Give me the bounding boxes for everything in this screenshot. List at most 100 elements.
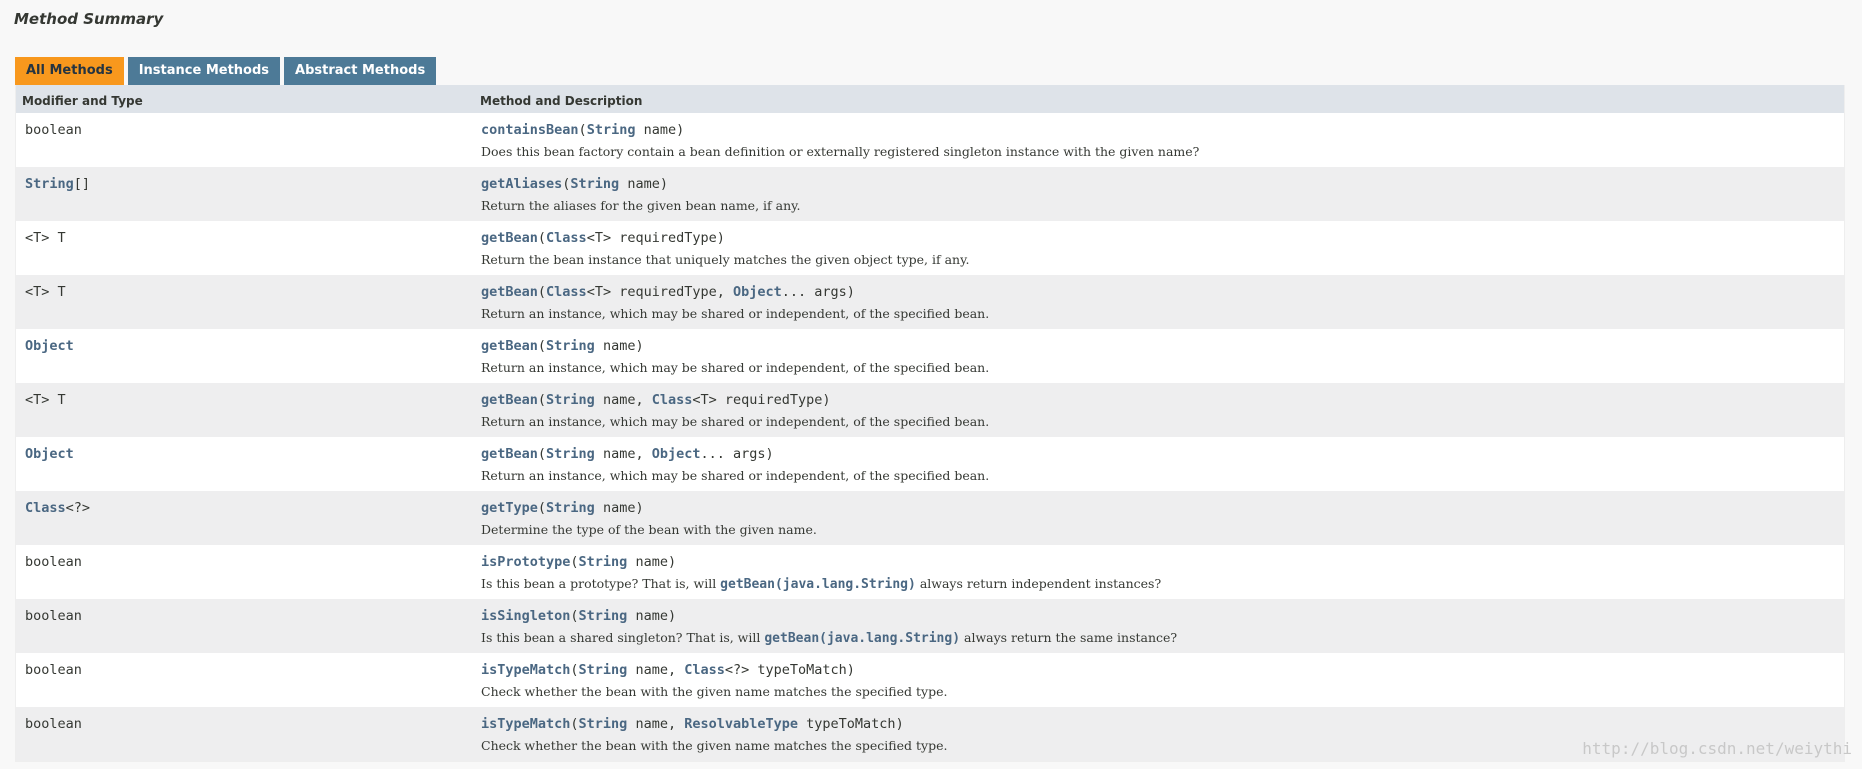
signature-text: ( [537, 392, 547, 408]
type-text: boolean [25, 122, 82, 138]
method-name-link[interactable]: isPrototype [481, 554, 570, 570]
method-description: Determine the type of the bean with the … [481, 522, 817, 537]
method-signature: getBean(Class<T> requiredType, Object...… [481, 284, 989, 300]
method-description-cell: isSingleton(String name) Is this bean a s… [472, 599, 1177, 653]
param-type-link[interactable]: Object [733, 284, 782, 300]
type-link[interactable]: Object [25, 446, 74, 462]
method-signature: getBean(String name, Object... args) [481, 446, 989, 462]
code-link[interactable]: getBean(java.lang.String) [720, 577, 916, 592]
signature-text: ... args) [700, 446, 774, 462]
code-link[interactable]: getBean(java.lang.String) [764, 631, 960, 646]
method-description: Return the bean instance that uniquely m… [481, 252, 969, 267]
tab-instance-methods[interactable]: Instance Methods [127, 57, 281, 85]
signature-text: name) [594, 338, 644, 354]
signature-text: ... args) [781, 284, 855, 300]
method-name-link[interactable]: getType [481, 500, 538, 516]
signature-text: ( [578, 122, 587, 138]
method-description: Return an instance, which may be shared … [481, 306, 989, 321]
description-text: Return an instance, which may be shared … [481, 414, 990, 429]
method-description: Return an instance, which may be shared … [481, 468, 989, 483]
signature-text: name, [594, 446, 652, 462]
param-type-link[interactable]: Class [684, 662, 725, 678]
description-text: Return an instance, which may be shared … [481, 306, 990, 321]
param-type-link[interactable]: String [570, 176, 619, 192]
param-type-link[interactable]: Class [546, 230, 587, 246]
method-name-link[interactable]: isTypeMatch [481, 716, 570, 732]
signature-text: ( [570, 554, 579, 570]
table-row: <T> T getBean(Class<T> requiredType) Retur… [16, 221, 1844, 275]
description-text: Return the bean instance that uniquely m… [481, 252, 970, 267]
param-type-link[interactable]: String [579, 608, 628, 624]
modifier-type-cell: <T> T [16, 221, 472, 275]
method-description-cell: getBean(String name) Return an instance, … [472, 329, 989, 383]
method-description: Does this bean factory contain a bean de… [481, 144, 1199, 159]
signature-text: name, [627, 716, 685, 732]
method-description: Check whether the bean with the given na… [481, 738, 947, 753]
method-name-link[interactable]: getAliases [481, 176, 562, 192]
modifier-type-cell: boolean [16, 653, 472, 707]
method-name-link[interactable]: getBean [481, 446, 538, 462]
type-link[interactable]: Object [25, 338, 74, 354]
table-row: Class<?> getType(String name) Determine th… [16, 491, 1844, 545]
section-title: Method Summary [14, 10, 164, 28]
description-text: always return the same instance? [960, 630, 1178, 645]
param-type-link[interactable]: String [579, 716, 628, 732]
type-text: <T> T [25, 284, 66, 300]
method-description-cell: getBean(String name, Object... args) Retu… [472, 437, 989, 491]
description-text: Return an instance, which may be shared … [481, 468, 990, 483]
type-text: boolean [25, 554, 82, 570]
method-name-link[interactable]: getBean [481, 284, 538, 300]
method-description-cell: getBean(Class<T> requiredType) Return the… [472, 221, 969, 275]
type-text: <T> T [25, 392, 66, 408]
method-description: Return an instance, which may be shared … [481, 360, 989, 375]
param-type-link[interactable]: Class [546, 284, 587, 300]
tab-all-methods[interactable]: All Methods [15, 57, 124, 85]
method-signature: isSingleton(String name) [481, 608, 1177, 624]
signature-text: typeToMatch) [798, 716, 904, 732]
param-type-link[interactable]: String [579, 662, 628, 678]
method-description-cell: isPrototype(String name) Is this bean a p… [472, 545, 1161, 599]
method-signature: isPrototype(String name) [481, 554, 1161, 570]
modifier-type-cell: Object [16, 329, 472, 383]
method-description: Return an instance, which may be shared … [481, 414, 989, 429]
modifier-type-cell: boolean [16, 707, 472, 761]
param-type-link[interactable]: Class [652, 392, 693, 408]
method-name-link[interactable]: isSingleton [481, 608, 570, 624]
method-name-link[interactable]: containsBean [481, 122, 579, 138]
param-type-link[interactable]: String [579, 554, 628, 570]
param-type-link[interactable]: ResolvableType [684, 716, 798, 732]
table-row: Object getBean(String name) Return an inst… [16, 329, 1844, 383]
type-link[interactable]: Class [25, 500, 66, 516]
modifier-type-cell: boolean [16, 545, 472, 599]
method-name-link[interactable]: isTypeMatch [481, 662, 570, 678]
method-description-cell: getBean(String name, Class<T> requiredTy… [472, 383, 989, 437]
modifier-type-cell: Class<?> [16, 491, 472, 545]
signature-text: ( [537, 338, 547, 354]
method-signature: getBean(String name) [481, 338, 989, 354]
tab-abstract-methods[interactable]: Abstract Methods [284, 57, 437, 85]
table-row: boolean isTypeMatch(String name, Resolvab… [16, 707, 1844, 761]
type-link[interactable]: String [25, 176, 74, 192]
modifier-type-cell: String[] [16, 167, 472, 221]
param-type-link[interactable]: String [546, 500, 595, 516]
type-text: <?> [65, 500, 91, 516]
param-type-link[interactable]: Object [652, 446, 701, 462]
method-description-cell: getBean(Class<T> requiredType, Object...… [472, 275, 989, 329]
method-description: Is this bean a shared singleton? That is… [481, 630, 1177, 646]
signature-text: name, [627, 662, 685, 678]
table-row: boolean isSingleton(String name) Is this b… [16, 599, 1844, 653]
description-text: Return an instance, which may be shared … [481, 360, 990, 375]
param-type-link[interactable]: String [546, 446, 595, 462]
method-name-link[interactable]: getBean [481, 338, 538, 354]
method-name-link[interactable]: getBean [481, 230, 538, 246]
method-description: Check whether the bean with the given na… [481, 684, 947, 699]
param-type-link[interactable]: String [546, 338, 595, 354]
table-row: boolean containsBean(String name) Does thi… [16, 113, 1844, 167]
method-description-cell: isTypeMatch(String name, ResolvableType … [472, 707, 947, 761]
header-modifier-type: Modifier and Type [22, 94, 143, 108]
signature-text: name) [619, 176, 668, 192]
method-signature: isTypeMatch(String name, Class<?> typeTo… [481, 662, 947, 678]
param-type-link[interactable]: String [587, 122, 636, 138]
param-type-link[interactable]: String [546, 392, 595, 408]
method-name-link[interactable]: getBean [481, 392, 538, 408]
